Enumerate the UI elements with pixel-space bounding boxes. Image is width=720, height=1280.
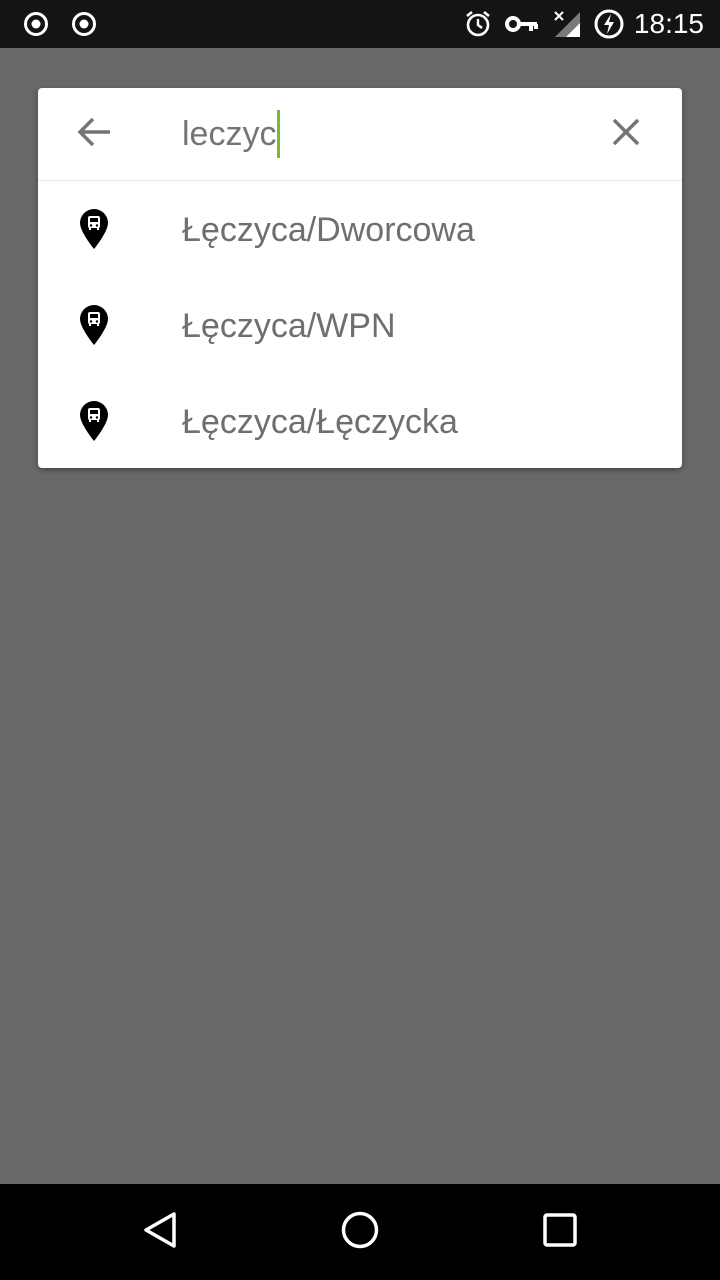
alarm-icon [462, 0, 494, 48]
suggestion-label: Łęczyca/Łęczycka [182, 403, 458, 441]
search-input[interactable]: leczyc [182, 106, 562, 162]
battery-charging-icon [592, 0, 626, 48]
vpn-key-icon [504, 0, 540, 48]
search-input-text: leczyc [182, 115, 277, 153]
back-triangle-icon [140, 1210, 180, 1255]
search-bar: leczyc [38, 88, 682, 181]
record-icon [20, 0, 52, 48]
navigation-bar [0, 1184, 720, 1280]
status-time: 18:15 [633, 8, 704, 39]
bus-stop-pin-icon [78, 304, 110, 346]
signal-off-icon [550, 0, 584, 48]
bus-stop-pin-icon [78, 208, 110, 250]
close-icon [611, 117, 641, 152]
nav-recents-button[interactable] [512, 1184, 608, 1280]
bus-stop-pin-icon [78, 400, 110, 442]
back-button[interactable] [62, 110, 126, 158]
record-icon [68, 0, 100, 48]
arrow-back-icon [76, 116, 112, 153]
clear-search-button[interactable] [598, 110, 654, 158]
nav-home-button[interactable] [312, 1184, 408, 1280]
nav-back-button[interactable] [112, 1184, 208, 1280]
text-caret [277, 110, 281, 158]
status-bar: 18:15 [0, 0, 720, 48]
suggestion-label: Łęczyca/WPN [182, 307, 396, 345]
home-circle-icon [340, 1210, 380, 1255]
suggestion-item[interactable]: Łęczyca/WPN [38, 278, 682, 374]
search-card: leczyc Łęczyca/Dworcowa Łęczyca/WPN Łęcz… [38, 88, 682, 468]
recents-square-icon [542, 1212, 578, 1253]
suggestion-item[interactable]: Łęczyca/Dworcowa [38, 182, 682, 278]
suggestion-item[interactable]: Łęczyca/Łęczycka [38, 374, 682, 468]
suggestion-label: Łęczyca/Dworcowa [182, 211, 475, 249]
